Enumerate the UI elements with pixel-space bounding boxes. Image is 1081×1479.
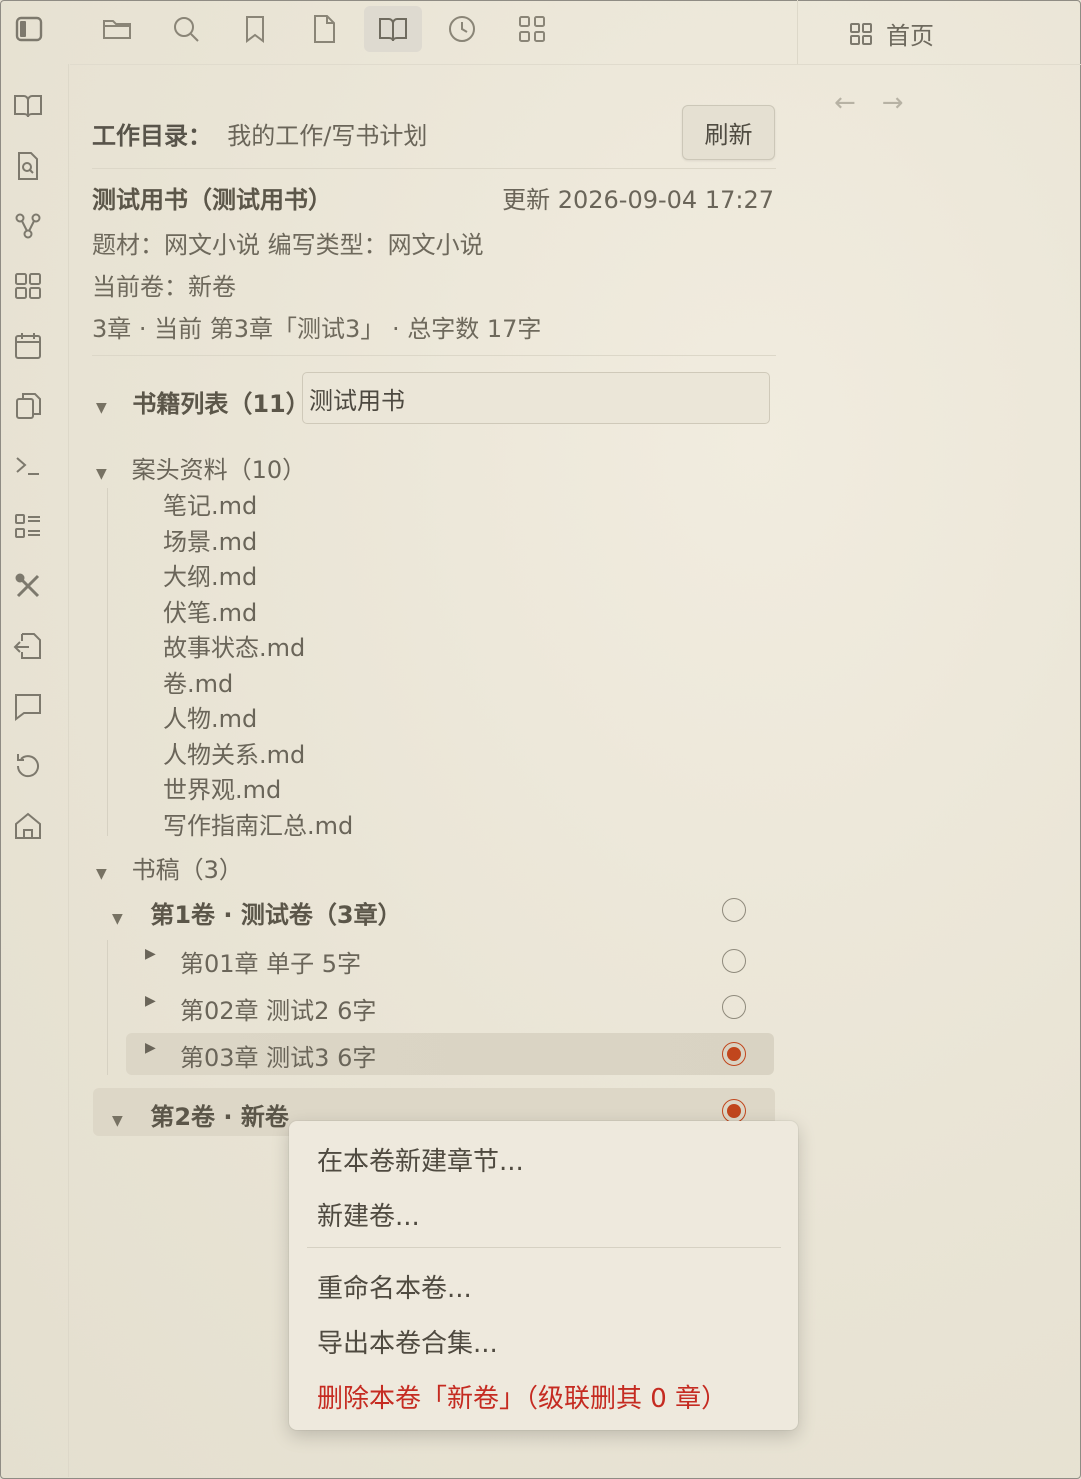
history-icon[interactable]: [10, 748, 46, 784]
file-item[interactable]: 写作指南汇总.md: [163, 806, 353, 841]
menu-item-new-chapter[interactable]: 在本卷新建章节...: [317, 1141, 524, 1178]
file-item[interactable]: 人物.md: [163, 699, 257, 734]
manuscript-folder[interactable]: ▼ 书稿（3）: [96, 850, 243, 885]
book-genre: 题材：网文小说 编写类型：网文小说: [92, 231, 484, 259]
workdir-label: 工作目录：: [92, 122, 212, 150]
caret-right-icon: ▶: [145, 993, 156, 1009]
booklist-label: 书籍列表（11）: [132, 390, 310, 418]
manuscript-folder-label: 书稿（3）: [131, 856, 243, 884]
list-icon[interactable]: [10, 508, 46, 544]
refresh-button[interactable]: 刷新: [682, 105, 775, 160]
file-item[interactable]: 卷.md: [163, 664, 233, 699]
book-updated: 更新 2026-09-04 17:27: [502, 186, 774, 214]
caret-down-icon: ▼: [96, 466, 107, 482]
book-icon[interactable]: [10, 88, 46, 124]
right-pane-header: [797, 0, 1081, 64]
file-item[interactable]: 故事状态.md: [163, 628, 305, 663]
booklist-toggle[interactable]: ▼ 书籍列表（11）: [96, 384, 310, 419]
file-item[interactable]: 场景.md: [163, 522, 257, 557]
file-item[interactable]: 人物关系.md: [163, 735, 305, 770]
menu-separator: [307, 1247, 781, 1248]
volume-2-radio[interactable]: [722, 1099, 746, 1123]
menu-item-new-volume[interactable]: 新建卷...: [317, 1196, 420, 1233]
home-icon[interactable]: [10, 808, 46, 844]
tools-icon[interactable]: [10, 568, 46, 604]
file-icon[interactable]: [295, 6, 353, 52]
book-selector-input[interactable]: 测试用书: [302, 372, 770, 424]
volume-1-label: 第1卷 · 测试卷（3章）: [150, 901, 402, 929]
reference-folder[interactable]: ▼ 案头资料（10）: [96, 450, 306, 485]
caret-down-icon: ▼: [96, 866, 107, 882]
volume-2-label: 第2卷 · 新卷: [150, 1103, 289, 1131]
graph-icon[interactable]: [10, 208, 46, 244]
caret-right-icon: ▶: [145, 1040, 156, 1056]
tab-home[interactable]: 首页: [848, 16, 934, 51]
chapter-radio-selected[interactable]: [722, 1042, 746, 1066]
clock-icon[interactable]: [433, 6, 491, 52]
navigation-arrows: ← →: [834, 88, 904, 118]
caret-right-icon: ▶: [145, 946, 156, 962]
volume-1-radio[interactable]: [722, 898, 746, 922]
reference-folder-label: 案头资料（10）: [131, 456, 307, 484]
book-current-volume: 当前卷：新卷: [92, 273, 236, 301]
import-icon[interactable]: [10, 628, 46, 664]
menu-item-export-volume[interactable]: 导出本卷合集...: [317, 1323, 498, 1360]
file-item[interactable]: 世界观.md: [163, 770, 281, 805]
divider: [70, 64, 1081, 65]
book-progress: 3章 · 当前 第3章「测试3」 · 总字数 17字: [92, 315, 542, 343]
forward-arrow-icon[interactable]: →: [882, 88, 904, 118]
comment-icon[interactable]: [10, 688, 46, 724]
caret-down-icon: ▼: [112, 1113, 123, 1129]
chapter-radio[interactable]: [722, 995, 746, 1019]
workdir-line: 工作目录： 我的工作/写书计划: [92, 116, 427, 151]
calendar-icon[interactable]: [10, 328, 46, 364]
tab-home-label: 首页: [886, 22, 934, 50]
volume-1-row[interactable]: ▼ 第1卷 · 测试卷（3章）: [112, 895, 402, 930]
file-item[interactable]: 伏笔.md: [163, 593, 257, 628]
file-search-icon[interactable]: [10, 148, 46, 184]
back-arrow-icon[interactable]: ←: [834, 88, 856, 118]
caret-down-icon: ▼: [96, 400, 107, 416]
file-item[interactable]: 大纲.md: [163, 557, 257, 592]
menu-item-delete-volume[interactable]: 删除本卷「新卷」（级联删其 0 章）: [317, 1378, 727, 1415]
menu-item-rename-volume[interactable]: 重命名本卷...: [317, 1268, 472, 1305]
caret-down-icon: ▼: [112, 911, 123, 927]
top-toolbar: [0, 0, 796, 64]
chapter-label: 第03章 测试3 6字: [180, 1044, 377, 1072]
volume-2-header[interactable]: ▼ 第2卷 · 新卷: [112, 1097, 289, 1132]
terminal-icon[interactable]: [10, 448, 46, 484]
context-menu: 在本卷新建章节... 新建卷... 重命名本卷... 导出本卷合集... 删除本…: [289, 1121, 798, 1430]
search-icon[interactable]: [157, 6, 215, 52]
left-ribbon: [0, 64, 69, 1477]
copy-icon[interactable]: [10, 388, 46, 424]
book-title: 测试用书（测试用书）: [92, 186, 332, 214]
grid-icon[interactable]: [503, 6, 561, 52]
workdir-path: 我的工作/写书计划: [227, 122, 428, 150]
divider: [92, 168, 776, 169]
chapter-label: 第02章 测试2 6字: [180, 997, 377, 1025]
dashboard-icon: [850, 22, 872, 45]
open-book-icon[interactable]: [364, 6, 422, 52]
chapter-radio[interactable]: [722, 949, 746, 973]
divider: [92, 355, 776, 356]
file-item[interactable]: 笔记.md: [163, 486, 257, 521]
tree-guide: [107, 940, 108, 1075]
bookmark-icon[interactable]: [226, 6, 284, 52]
folder-icon[interactable]: [88, 6, 146, 52]
chapter-label: 第01章 单子 5字: [180, 950, 362, 978]
dashboard-icon[interactable]: [10, 268, 46, 304]
sidebar-toggle-icon[interactable]: [0, 6, 58, 52]
tree-guide: [107, 488, 108, 836]
